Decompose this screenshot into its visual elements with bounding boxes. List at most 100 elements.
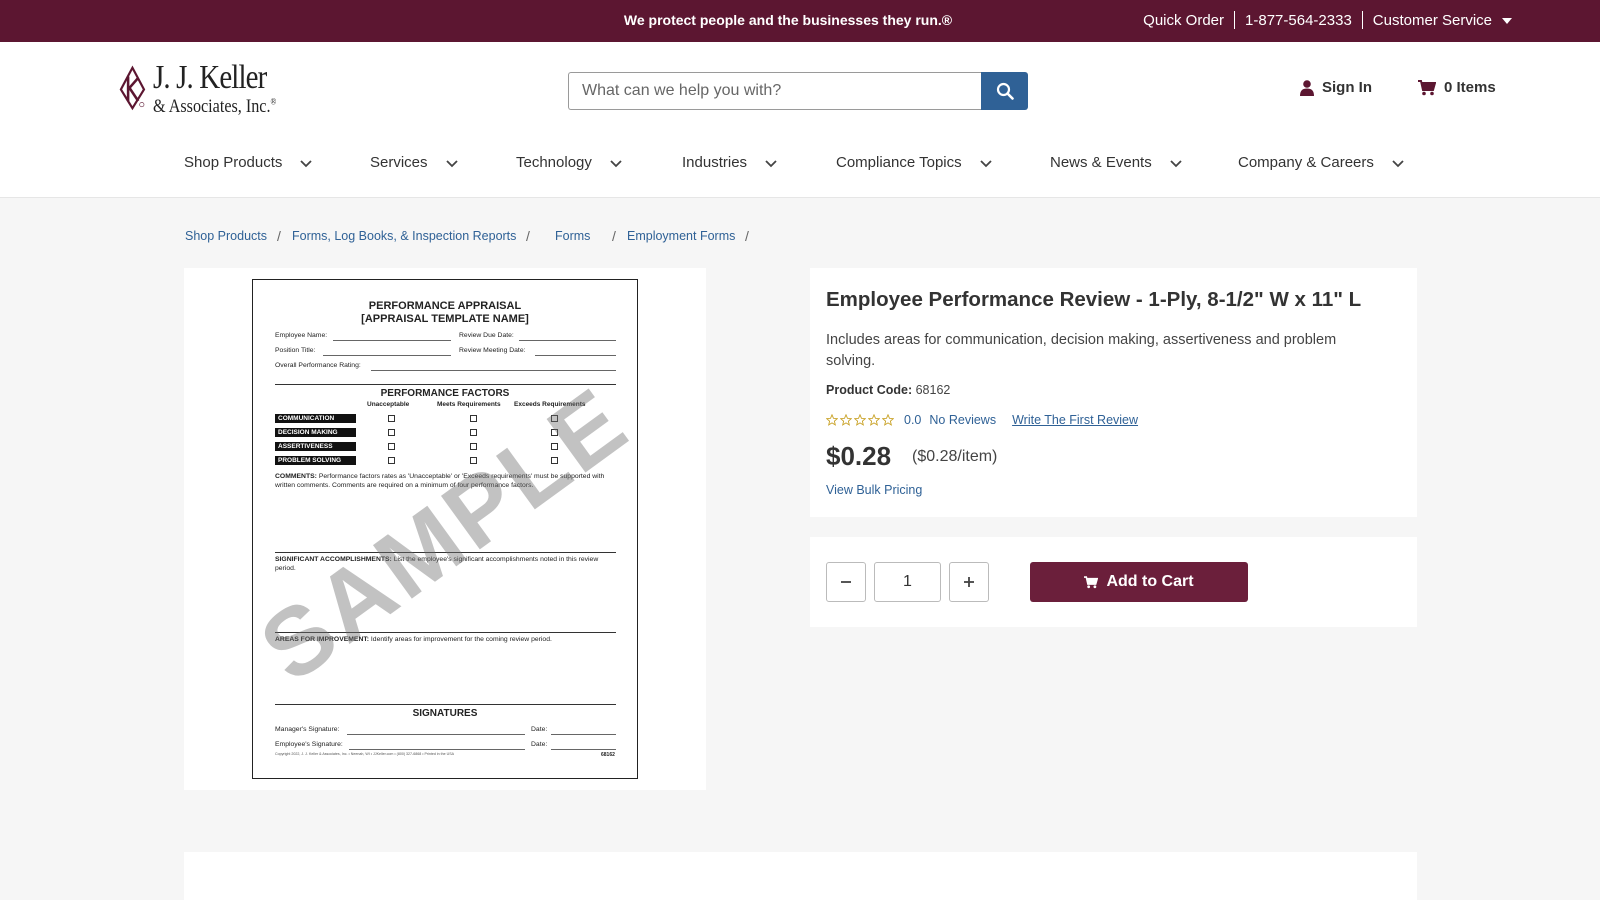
form-field-label: Review Meeting Date: (459, 347, 526, 354)
caret-down-icon (1502, 17, 1512, 24)
breadcrumb-separator: / (526, 228, 530, 244)
unit-price: ($0.28/item) (912, 448, 998, 465)
view-bulk-pricing-link[interactable]: View Bulk Pricing (826, 483, 922, 497)
details-section (184, 852, 1417, 900)
product-image-card: PERFORMANCE APPRAISAL [APPRAISAL TEMPLAT… (184, 268, 706, 790)
add-to-cart-label: Add to Cart (1106, 573, 1194, 590)
nav-label: Technology (516, 154, 592, 171)
form-title: PERFORMANCE APPRAISAL (368, 300, 522, 312)
nav-label: Company & Careers (1238, 154, 1374, 171)
form-rule (275, 704, 616, 705)
star-icon (868, 414, 880, 426)
breadcrumb-separator: / (612, 228, 616, 244)
rating-stars (826, 414, 894, 426)
breadcrumb-separator: / (277, 228, 281, 244)
form-checkbox (470, 415, 477, 422)
main-nav: Shop Products Services Technology Indust… (0, 154, 1600, 196)
search-button[interactable] (981, 72, 1028, 110)
logo-wordmark: J. J. Keller & Associates, Inc.® (152, 58, 298, 116)
form-number: 68162 (601, 752, 615, 758)
form-comments-label: COMMENTS: (275, 473, 317, 480)
nav-compliance-topics[interactable]: Compliance Topics (836, 154, 992, 171)
divider (1234, 11, 1236, 29)
form-line (519, 340, 616, 341)
chevron-down-icon (300, 159, 313, 167)
form-footer: Copyright 2022, J. J. Keller & Associate… (275, 752, 455, 756)
form-factor-label: COMMUNICATION (275, 414, 356, 423)
form-column-header: Unacceptable (367, 401, 410, 408)
breadcrumb-employment-forms[interactable]: Employment Forms (627, 229, 735, 243)
cart-icon (1084, 575, 1099, 588)
star-icon (826, 414, 838, 426)
product-image[interactable]: PERFORMANCE APPRAISAL [APPRAISAL TEMPLAT… (252, 279, 638, 779)
quantity-input[interactable] (874, 562, 941, 602)
nav-shop-products[interactable]: Shop Products (184, 154, 313, 171)
cart-link[interactable]: 0 Items (1418, 79, 1496, 96)
logo-line-2: & Associates, Inc.® (153, 97, 276, 116)
breadcrumb-forms-logbooks[interactable]: Forms, Log Books, & Inspection Reports (292, 229, 516, 243)
form-column-header: Meets Requirements (437, 401, 501, 408)
nav-company-careers[interactable]: Company & Careers (1238, 154, 1404, 171)
form-field-label: Date: (531, 741, 548, 748)
product-rating: 0.0 No Reviews Write The First Review (826, 413, 1138, 427)
minus-icon (841, 581, 851, 583)
breadcrumb-forms[interactable]: Forms (555, 229, 590, 243)
form-subtitle: [APPRAISAL TEMPLATE NAME] (361, 313, 529, 325)
form-field-label: Position Title: (275, 347, 316, 354)
product-code-label: Product Code: (826, 383, 913, 397)
product-code: Product Code: 68162 (826, 383, 950, 397)
logo-line-1: J. J. Keller (152, 58, 267, 96)
site-header: J. J. Keller & Associates, Inc.® Sign In… (0, 42, 1600, 198)
chevron-down-icon (445, 159, 458, 167)
nav-label: Services (370, 154, 428, 171)
customer-service-label: Customer Service (1372, 11, 1492, 29)
form-signatures-heading: SIGNATURES (412, 708, 478, 719)
nav-services[interactable]: Services (370, 154, 458, 171)
divider (1361, 11, 1363, 29)
add-to-cart-button[interactable]: Add to Cart (1030, 562, 1248, 602)
quantity-increase-button[interactable] (949, 562, 989, 602)
product-code-value: 68162 (915, 383, 951, 397)
review-count: No Reviews (929, 413, 997, 427)
logo-reg-mark: ® (270, 96, 277, 107)
form-field-label: Date: (531, 726, 548, 733)
form-line (551, 734, 616, 735)
sign-in-link[interactable]: Sign In (1300, 79, 1372, 96)
company-logo[interactable]: J. J. Keller & Associates, Inc.® (118, 56, 298, 120)
user-icon (1300, 79, 1314, 96)
quantity-decrease-button[interactable] (826, 562, 866, 602)
cart-icon (1418, 79, 1436, 95)
product-description: Includes areas for communication, decisi… (826, 332, 1337, 369)
nav-label: News & Events (1050, 154, 1152, 171)
phone-link[interactable]: 1-877-564-2333 (1245, 12, 1352, 29)
nav-technology[interactable]: Technology (516, 154, 622, 171)
search-icon (996, 82, 1014, 100)
nav-news-events[interactable]: News & Events (1050, 154, 1182, 171)
star-icon (854, 414, 866, 426)
rating-score: 0.0 (904, 413, 922, 427)
form-factor-label: PROBLEM SOLVING (275, 456, 356, 465)
form-line (551, 749, 616, 750)
customer-service-menu[interactable]: Customer Service (1373, 12, 1512, 29)
logo-line-2-text: & Associates, Inc. (152, 95, 271, 117)
form-checkbox (470, 429, 477, 436)
add-to-cart-card: Add to Cart (810, 537, 1417, 627)
quick-order-link[interactable]: Quick Order (1143, 12, 1224, 29)
write-review-link[interactable]: Write The First Review (1012, 413, 1138, 427)
breadcrumb-shop-products[interactable]: Shop Products (185, 229, 267, 243)
form-field-label: Employee's Signature: (275, 741, 343, 748)
form-checkbox (388, 443, 395, 450)
star-icon (840, 414, 852, 426)
search-bar (568, 72, 1028, 110)
chevron-down-icon (765, 159, 777, 167)
nav-industries[interactable]: Industries (682, 154, 777, 171)
plus-icon (964, 577, 974, 587)
form-factor-label: ASSERTIVENESS (275, 442, 356, 451)
chevron-down-icon (610, 159, 622, 167)
chevron-down-icon (1170, 159, 1182, 167)
product-info-card: Employee Performance Review - 1-Ply, 8-1… (810, 268, 1417, 517)
form-factor-label: DECISION MAKING (275, 428, 356, 437)
cart-count-label: 0 Items (1444, 79, 1496, 96)
form-field-label: Manager's Signature: (275, 726, 340, 733)
search-input[interactable] (568, 72, 981, 110)
